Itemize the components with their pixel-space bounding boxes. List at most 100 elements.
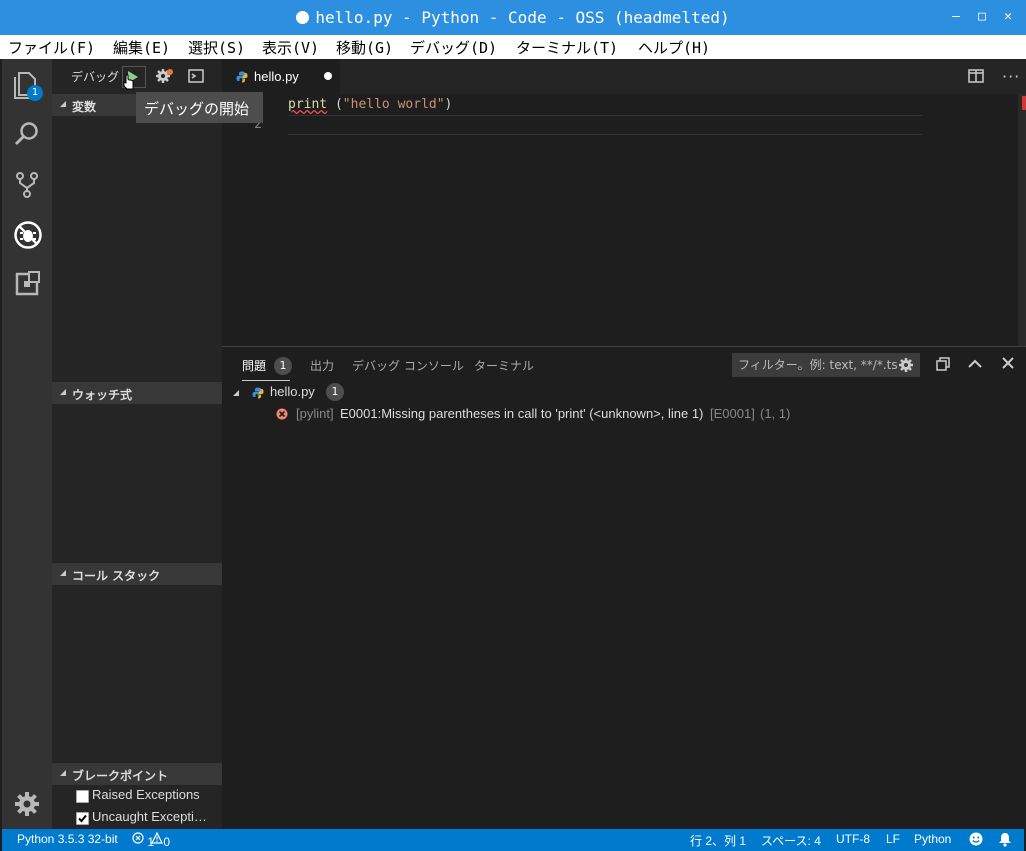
debug-label: デバッグ <box>71 70 120 84</box>
modified-dot-icon <box>296 11 310 24</box>
hand-cursor-icon <box>123 74 134 90</box>
problem-code: [E0001] <box>710 406 755 421</box>
maximize-button[interactable]: □ <box>974 9 990 25</box>
menu-view[interactable]: 表示(V) <box>262 37 319 58</box>
start-debugging-tooltip: デバッグの開始 <box>136 92 263 123</box>
tab-terminal[interactable]: ターミナル <box>474 357 534 374</box>
code-line-1: print ("hello world") <box>288 97 452 112</box>
problem-position: (1, 1) <box>760 406 791 421</box>
menu-help[interactable]: ヘルプ(H) <box>638 37 710 58</box>
close-icon <box>1002 357 1014 369</box>
extensions-icon <box>15 271 40 296</box>
checkbox-checked[interactable] <box>76 812 89 825</box>
indentation[interactable]: スペース: 4 <box>761 832 821 849</box>
error-icon <box>276 408 288 420</box>
breakpoints-section-title: ブレークポイント <box>72 769 169 783</box>
error-count: 1 <box>147 835 155 849</box>
collapse-all-icon <box>936 357 950 371</box>
line-ending[interactable]: LF <box>886 832 900 846</box>
minimize-button[interactable]: — <box>948 9 964 25</box>
gear-icon <box>156 69 173 83</box>
filter-input[interactable] <box>732 353 898 377</box>
search-icon <box>14 122 38 146</box>
expanded-triangle-icon <box>233 390 239 396</box>
menu-edit[interactable]: 編集(E) <box>113 37 170 58</box>
bell-icon <box>999 833 1011 847</box>
tab-output[interactable]: 出力 <box>310 357 334 374</box>
callstack-section-title: コール スタック <box>72 569 161 583</box>
maximize-panel-button[interactable] <box>968 358 982 373</box>
problem-message: E0001:Missing parentheses in call to 'pr… <box>340 406 704 421</box>
terminal-icon <box>188 69 204 83</box>
checkbox-unchecked[interactable] <box>76 790 89 803</box>
code-editor[interactable]: 1 2 print ("hello world") <box>222 94 1026 346</box>
menu-file[interactable]: ファイル(F) <box>8 37 95 58</box>
problems-count-badge: 1 <box>274 357 293 375</box>
feedback-button[interactable] <box>968 831 984 850</box>
expanded-triangle-icon <box>60 570 66 576</box>
close-panel-button[interactable] <box>1002 357 1014 373</box>
menu-bar: ファイル(F) 編集(E) 選択(S) 表示(V) 移動(G) デバッグ(D) … <box>0 35 1026 59</box>
collapse-all-button[interactable] <box>936 357 950 375</box>
explorer-badge: 1 <box>27 85 43 101</box>
tab-debug-console[interactable]: デバッグ コンソール <box>352 357 464 374</box>
title-bar: hello.py - Python - Code - OSS (headmelt… <box>0 0 1026 35</box>
current-line-highlight <box>288 115 922 135</box>
problem-item[interactable]: [pylint] E0001:Missing parentheses in ca… <box>222 403 1026 425</box>
language-mode[interactable]: Python <box>914 832 951 846</box>
menu-go[interactable]: 移動(G) <box>336 37 393 58</box>
start-debugging-button[interactable] <box>122 66 146 90</box>
filter-settings-icon[interactable] <box>898 357 916 373</box>
encoding[interactable]: UTF-8 <box>836 832 870 846</box>
chevron-up-icon <box>968 359 982 368</box>
tab-label: hello.py <box>254 69 299 84</box>
gear-icon <box>15 792 39 816</box>
editor-scrollbar[interactable] <box>1018 94 1026 346</box>
watch-section-title: ウォッチ式 <box>72 388 133 402</box>
problems-status[interactable]: 1 0 <box>132 831 170 849</box>
extensions-button[interactable] <box>2 259 52 309</box>
menu-terminal[interactable]: ターミナル(T) <box>516 37 618 58</box>
watch-section-header[interactable]: ウォッチ式 <box>52 382 222 404</box>
expanded-triangle-icon <box>60 770 66 776</box>
problem-file-count: 1 <box>326 383 344 401</box>
source-control-icon <box>16 172 38 198</box>
warning-count: 0 <box>163 835 171 849</box>
unsaved-dot-icon[interactable] <box>324 72 332 80</box>
menu-debug[interactable]: デバッグ(D) <box>410 37 497 58</box>
explorer-button[interactable]: 1 <box>2 59 52 109</box>
variables-section-title: 変数 <box>72 100 97 114</box>
smiley-icon <box>969 832 983 846</box>
python-interpreter[interactable]: Python 3.5.3 32-bit <box>17 832 118 846</box>
debug-toolbar: デバッグ <box>52 59 222 94</box>
cursor-position[interactable]: 行 2、列 1 <box>690 832 746 849</box>
debug-config-gear-button[interactable] <box>155 68 173 88</box>
split-editor-button[interactable] <box>968 69 984 87</box>
search-button[interactable] <box>2 109 52 159</box>
split-editor-icon <box>968 69 984 83</box>
callstack-section-header[interactable]: コール スタック <box>52 563 222 585</box>
code-punct: ( <box>327 97 343 112</box>
menu-selection[interactable]: 選択(S) <box>188 37 245 58</box>
code-punct: ) <box>444 97 453 112</box>
problems-filter <box>732 353 920 377</box>
problem-file-row[interactable]: hello.py 1 <box>222 381 1026 403</box>
debug-console-button[interactable] <box>188 69 204 87</box>
breakpoint-label: Raised Exceptions <box>92 787 200 802</box>
breakpoints-section-header[interactable]: ブレークポイント <box>52 763 222 785</box>
overview-ruler-error-marker <box>1022 96 1026 110</box>
notifications-button[interactable] <box>998 832 1012 850</box>
tab-problems[interactable]: 問題 1 <box>242 357 293 375</box>
debug-sidebar: デバッグ 変数 ウォッチ式 コール スタック ブレークポイント Raised E… <box>52 59 222 829</box>
tab-hello-py[interactable]: hello.py <box>222 59 340 94</box>
check-icon <box>78 814 87 823</box>
problem-file-name: hello.py <box>270 384 315 399</box>
source-control-button[interactable] <box>2 159 52 209</box>
code-keyword: print <box>288 97 328 112</box>
activity-bar: 1 <box>2 59 52 829</box>
more-actions-icon[interactable]: ··· <box>1002 67 1020 86</box>
debug-button[interactable] <box>2 209 52 259</box>
close-window-button[interactable]: ✕ <box>1000 9 1016 25</box>
settings-button[interactable] <box>2 779 52 829</box>
code-string: "hello world" <box>342 97 445 112</box>
